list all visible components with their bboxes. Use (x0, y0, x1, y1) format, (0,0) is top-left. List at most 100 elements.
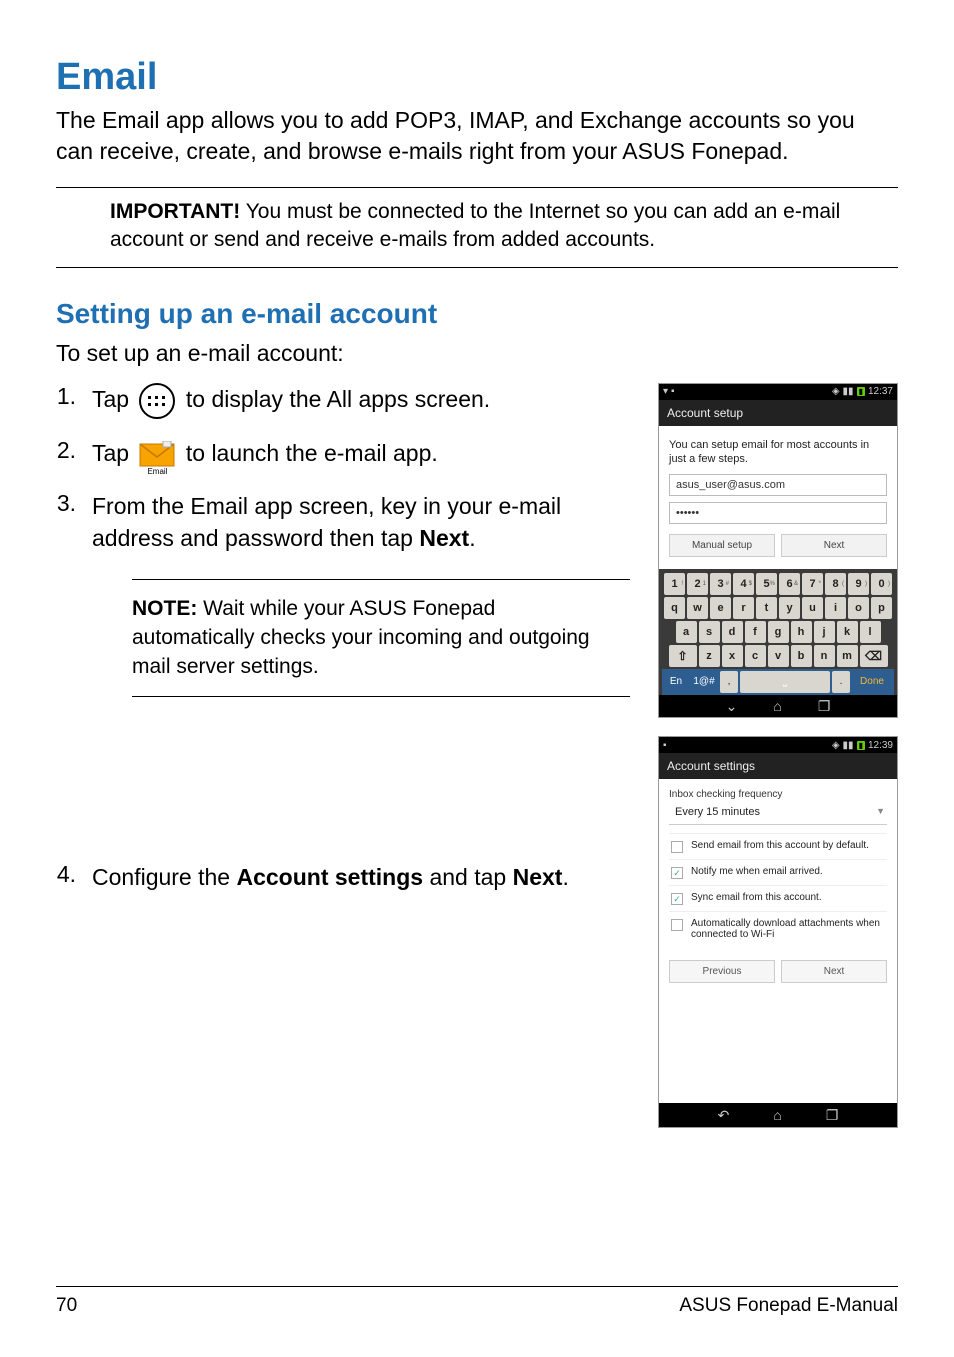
key-u[interactable]: u (802, 597, 823, 619)
back-icon[interactable]: ↶ (718, 1107, 730, 1124)
option-label: Notify me when email arrived. (691, 866, 823, 877)
email-icon-label: Email (147, 468, 167, 476)
step-text: Tap (92, 440, 135, 466)
step-1: 1. Tap to display the All apps screen. (56, 383, 630, 419)
recent-apps-icon[interactable]: ❐ (826, 1107, 839, 1124)
intro-text: The Email app allows you to add POP3, IM… (56, 105, 898, 167)
option-label: Sync email from this account. (691, 892, 822, 903)
option-auto-download[interactable]: Automatically download attachments when … (669, 911, 887, 946)
dropdown-value: Every 15 minutes (675, 806, 760, 818)
shift-key[interactable]: ⇧ (669, 645, 697, 667)
page-footer: 70 ASUS Fonepad E-Manual (56, 1286, 898, 1317)
key-6[interactable]: 6& (779, 573, 800, 595)
key-r[interactable]: r (733, 597, 754, 619)
email-field[interactable]: asus_user@asus.com (669, 474, 887, 496)
lang-key[interactable]: En (664, 671, 688, 693)
key-b[interactable]: b (791, 645, 812, 667)
on-screen-keyboard[interactable]: 1!213#4$5%6&7*8(9)0) qwertyuiop asdfghjk… (659, 569, 897, 695)
checkbox[interactable] (671, 893, 683, 905)
step-number: 2. (56, 437, 76, 472)
step-text: to display the All apps screen. (186, 386, 490, 412)
key-g[interactable]: g (768, 621, 789, 643)
key-4[interactable]: 4$ (733, 573, 754, 595)
key-3[interactable]: 3# (710, 573, 731, 595)
key-f[interactable]: f (745, 621, 766, 643)
key-h[interactable]: h (791, 621, 812, 643)
key-8[interactable]: 8( (825, 573, 846, 595)
note-label: NOTE: (132, 597, 197, 620)
note-callout: NOTE: Wait while your ASUS Fonepad autom… (132, 579, 630, 697)
key-0[interactable]: 0) (871, 573, 892, 595)
step-text: Tap (92, 386, 135, 412)
battery-icon: ▮ (857, 741, 865, 750)
key-2[interactable]: 21 (687, 573, 708, 595)
option-notify[interactable]: Notify me when email arrived. (669, 859, 887, 885)
step-text: . (562, 864, 568, 890)
period-key[interactable]: . (832, 671, 850, 693)
key-e[interactable]: e (710, 597, 731, 619)
key-m[interactable]: m (837, 645, 858, 667)
key-7[interactable]: 7* (802, 573, 823, 595)
signal-icon: ▮▮ (843, 386, 854, 397)
key-5[interactable]: 5% (756, 573, 777, 595)
backspace-key[interactable]: ⌫ (860, 645, 888, 667)
key-j[interactable]: j (814, 621, 835, 643)
status-bar: ▾▪ ◈ ▮▮ ▮ 12:37 (659, 384, 897, 400)
step-bold: Account settings (236, 864, 423, 890)
key-l[interactable]: l (860, 621, 881, 643)
key-t[interactable]: t (756, 597, 777, 619)
key-c[interactable]: c (745, 645, 766, 667)
step-bold: Next (419, 525, 469, 551)
key-s[interactable]: s (699, 621, 720, 643)
symbols-key[interactable]: 1@# (690, 671, 718, 693)
notif-icon: ▪ (671, 386, 675, 397)
recent-apps-icon[interactable]: ❐ (818, 698, 831, 715)
key-a[interactable]: a (676, 621, 697, 643)
home-icon[interactable]: ⌂ (773, 698, 781, 714)
key-q[interactable]: q (664, 597, 685, 619)
next-button[interactable]: Next (781, 960, 887, 983)
comma-key[interactable]: , (720, 671, 738, 693)
password-field[interactable]: •••••• (669, 502, 887, 524)
key-w[interactable]: w (687, 597, 708, 619)
checkbox[interactable] (671, 867, 683, 879)
option-label: Send email from this account by default. (691, 840, 869, 851)
key-p[interactable]: p (871, 597, 892, 619)
key-x[interactable]: x (722, 645, 743, 667)
key-z[interactable]: z (699, 645, 720, 667)
next-button[interactable]: Next (781, 534, 887, 557)
key-9[interactable]: 9) (848, 573, 869, 595)
checkbox[interactable] (671, 919, 683, 931)
option-default-account[interactable]: Send email from this account by default. (669, 833, 887, 859)
key-i[interactable]: i (825, 597, 846, 619)
notif-icon: ▪ (663, 740, 667, 751)
home-icon[interactable]: ⌂ (773, 1107, 781, 1123)
wifi-icon: ◈ (832, 740, 840, 751)
checkbox[interactable] (671, 841, 683, 853)
frequency-dropdown[interactable]: Every 15 minutes ▼ (669, 802, 887, 825)
key-y[interactable]: y (779, 597, 800, 619)
previous-button[interactable]: Previous (669, 960, 775, 983)
screenshot-account-setup: ▾▪ ◈ ▮▮ ▮ 12:37 Account setup You can se… (658, 383, 898, 719)
email-app-icon: Email (139, 441, 175, 476)
key-k[interactable]: k (837, 621, 858, 643)
frequency-label: Inbox checking frequency (669, 789, 887, 800)
chevron-down-icon: ▼ (876, 806, 885, 818)
step-text: Configure the (92, 864, 236, 890)
space-key[interactable]: ⎵ (740, 671, 830, 693)
key-n[interactable]: n (814, 645, 835, 667)
manual-setup-button[interactable]: Manual setup (669, 534, 775, 557)
option-sync[interactable]: Sync email from this account. (669, 885, 887, 911)
step-number: 1. (56, 383, 76, 419)
done-key[interactable]: Done (852, 671, 892, 693)
key-d[interactable]: d (722, 621, 743, 643)
nav-bar: ⌄ ⌂ ❐ (659, 695, 897, 717)
key-o[interactable]: o (848, 597, 869, 619)
doc-title: ASUS Fonepad E-Manual (679, 1295, 898, 1317)
key-v[interactable]: v (768, 645, 789, 667)
key-1[interactable]: 1! (664, 573, 685, 595)
hide-keyboard-icon[interactable]: ⌄ (726, 698, 738, 715)
screenshot-account-settings: ▪ ◈ ▮▮ ▮ 12:39 Account settings Inbox ch… (658, 736, 898, 1128)
step-text: and tap (423, 864, 513, 890)
section-heading: Setting up an e-mail account (56, 298, 898, 330)
